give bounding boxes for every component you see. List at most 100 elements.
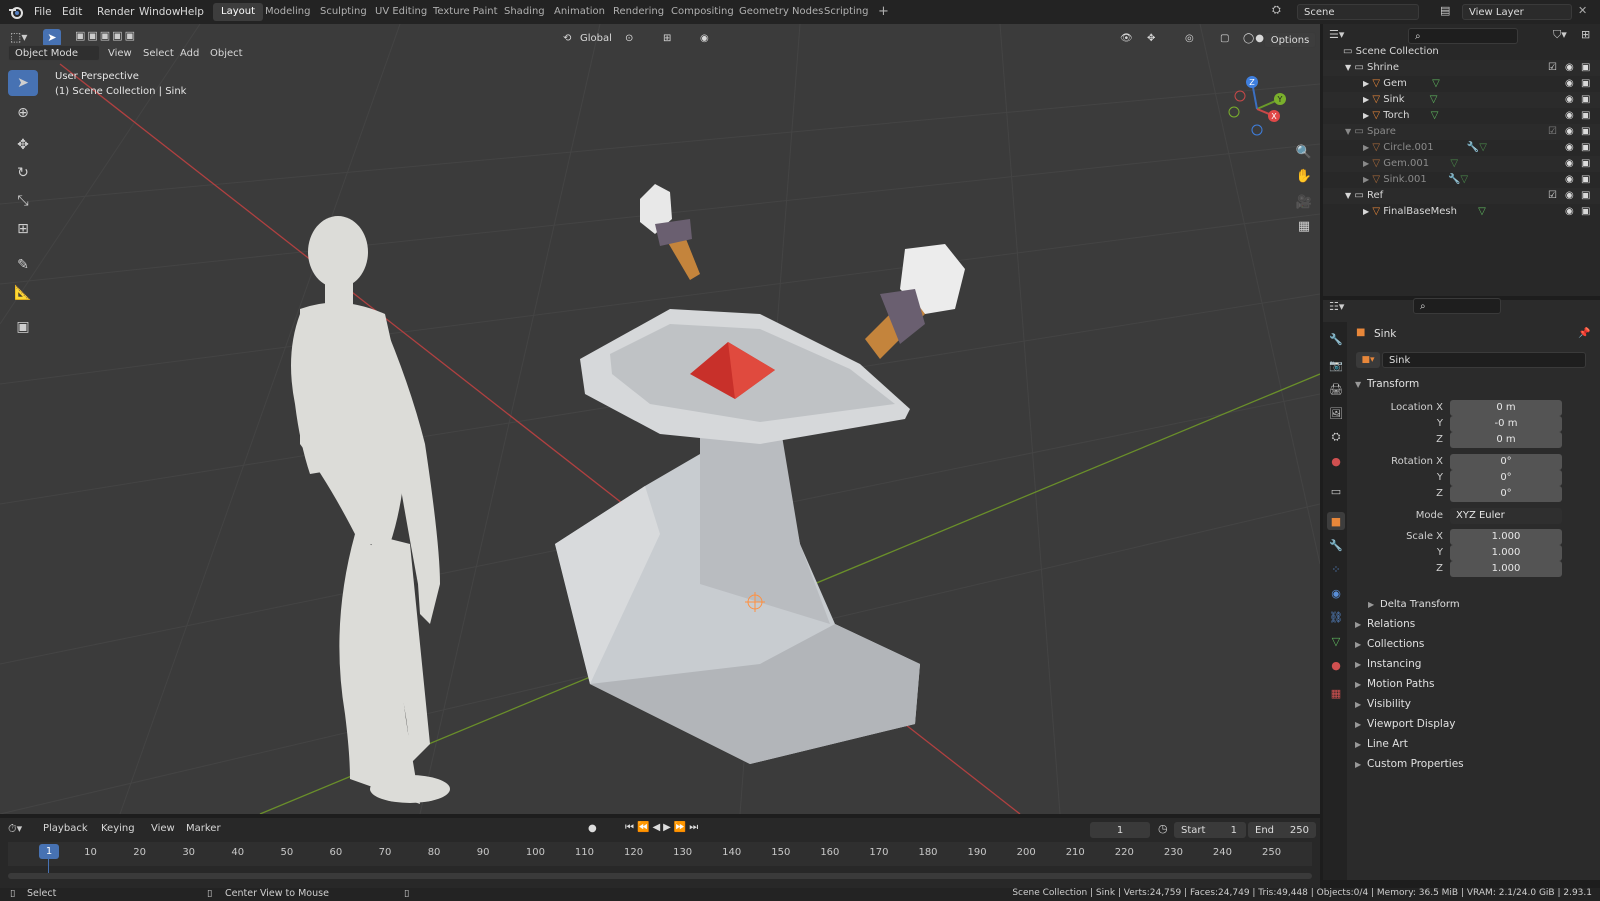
- menu-select[interactable]: Select: [138, 45, 179, 63]
- tab-scripting[interactable]: Scripting: [816, 3, 876, 21]
- outliner-row-sink[interactable]: ▶ ▽ Sink ▽ ◉ ▣: [1323, 92, 1600, 108]
- outliner-row-scene-collection[interactable]: ▭ Scene Collection: [1323, 44, 1600, 60]
- tab-compositing[interactable]: Compositing: [663, 3, 742, 21]
- new-collection-icon[interactable]: ⊞: [1581, 28, 1590, 41]
- outliner-row-gem[interactable]: ▶ ▽ Gem ▽ ◉ ▣: [1323, 76, 1600, 92]
- end-frame-field[interactable]: End 250: [1248, 822, 1316, 838]
- record-icon[interactable]: ●: [588, 823, 597, 834]
- timeline-editor-icon[interactable]: ⏱▾: [8, 822, 22, 836]
- properties-editor-icon[interactable]: ☷▾: [1329, 300, 1344, 313]
- xray-icon[interactable]: ▢: [1215, 30, 1234, 48]
- current-frame-field[interactable]: 1: [1090, 822, 1150, 838]
- constraints-tab-icon[interactable]: ⛓: [1327, 608, 1345, 626]
- scale-z-field[interactable]: 1.000: [1450, 561, 1562, 577]
- menu-playback[interactable]: Playback: [38, 820, 93, 838]
- render-tab-icon[interactable]: 📷: [1327, 356, 1345, 374]
- tab-modeling[interactable]: Modeling: [257, 3, 319, 21]
- menu-help[interactable]: Help: [174, 3, 210, 21]
- navigation-gizmo[interactable]: Y Z X: [1222, 74, 1292, 144]
- rotation-y-field[interactable]: 0°: [1450, 470, 1562, 486]
- physics-tab-icon[interactable]: ◉: [1327, 584, 1345, 602]
- playhead[interactable]: 1: [39, 844, 59, 859]
- measure-tool-icon[interactable]: 📐: [8, 280, 38, 306]
- playback-controls-icon[interactable]: ⏮⏪◀▶⏩⏭: [625, 822, 701, 833]
- outliner-row-circle-001[interactable]: ▶ ▽ Circle.001 🔧▽ ◉ ▣: [1323, 140, 1600, 156]
- outliner-row-spare[interactable]: ▼ ▭ Spare ☑ ◉ ▣: [1323, 124, 1600, 140]
- transform-panel-header[interactable]: ▼ Transform: [1355, 375, 1600, 394]
- options-button[interactable]: Options: [1264, 32, 1316, 48]
- mode-selector[interactable]: Object Mode: [8, 45, 100, 61]
- menu-view[interactable]: View: [103, 45, 137, 63]
- location-x-field[interactable]: 0 m: [1450, 400, 1562, 416]
- outliner-row-ref[interactable]: ▼ ▭ Ref ☑ ◉ ▣: [1323, 188, 1600, 204]
- tool-tab-icon[interactable]: 🔧: [1327, 330, 1345, 348]
- filter-icon[interactable]: ⛉▾: [1553, 28, 1567, 42]
- menu-timeline-view[interactable]: View: [146, 820, 180, 838]
- outliner-search-input[interactable]: ⌕: [1408, 28, 1518, 44]
- overlay-icon[interactable]: ◎: [1180, 30, 1199, 48]
- tab-animation[interactable]: Animation: [546, 3, 613, 21]
- relations-panel[interactable]: ▶ Relations: [1355, 615, 1600, 634]
- view-layer-selector[interactable]: View Layer: [1462, 4, 1572, 20]
- tab-sculpting[interactable]: Sculpting: [312, 3, 375, 21]
- object-browse-icon[interactable]: ■▾: [1356, 352, 1380, 368]
- scene-selector[interactable]: Scene: [1297, 4, 1419, 20]
- grid-view-icon[interactable]: ▦: [1292, 214, 1316, 238]
- zoom-icon[interactable]: 🔍: [1292, 140, 1316, 164]
- gizmo-icon[interactable]: ✥: [1142, 30, 1160, 48]
- menu-keying[interactable]: Keying: [96, 820, 140, 838]
- object-name-field[interactable]: Sink: [1382, 352, 1586, 368]
- menu-object[interactable]: Object: [205, 45, 248, 63]
- snap-icon[interactable]: ⊞: [658, 30, 676, 48]
- properties-search-input[interactable]: ⌕: [1413, 298, 1501, 314]
- location-z-field[interactable]: 0 m: [1450, 432, 1562, 448]
- tab-layout[interactable]: Layout: [213, 3, 263, 21]
- viewport-display-panel[interactable]: ▶ Viewport Display: [1355, 715, 1600, 734]
- location-y-field[interactable]: -0 m: [1450, 416, 1562, 432]
- outliner-row-finalbasemesh[interactable]: ▶ ▽ FinalBaseMesh ▽ ◉ ▣: [1323, 204, 1600, 220]
- editor-type-icon[interactable]: ⬚▾: [10, 30, 27, 44]
- collections-panel[interactable]: ▶ Collections: [1355, 635, 1600, 654]
- pin-icon[interactable]: 📌: [1578, 328, 1590, 339]
- menu-add[interactable]: Add: [175, 45, 204, 63]
- outliner-row-gem-001[interactable]: ▶ ▽ Gem.001 ▽ ◉ ▣: [1323, 156, 1600, 172]
- texture-tab-icon[interactable]: ▦: [1327, 684, 1345, 702]
- transform-tool-icon[interactable]: ⊞: [8, 216, 38, 242]
- data-tab-icon[interactable]: ▽: [1327, 632, 1345, 650]
- scale-x-field[interactable]: 1.000: [1450, 529, 1562, 545]
- menu-file[interactable]: File: [28, 3, 58, 21]
- timeline-scrollbar[interactable]: [8, 873, 1312, 879]
- camera-icon[interactable]: 🎥: [1292, 190, 1316, 214]
- annotate-tool-icon[interactable]: ✎: [8, 252, 38, 278]
- scale-tool-icon[interactable]: ⤡: [8, 188, 38, 214]
- close-icon[interactable]: ✕: [1578, 4, 1587, 17]
- outliner-editor-icon[interactable]: ☰▾: [1329, 28, 1344, 41]
- checkbox-icon[interactable]: ☑: [1548, 60, 1557, 76]
- custom-properties-panel[interactable]: ▶ Custom Properties: [1355, 755, 1600, 774]
- transform-orientation-dropdown[interactable]: Global: [575, 30, 617, 48]
- outliner-row-torch[interactable]: ▶ ▽ Torch ▽ ◉ ▣: [1323, 108, 1600, 124]
- proportional-edit-icon[interactable]: ◉: [695, 30, 714, 48]
- start-frame-field[interactable]: Start 1: [1174, 822, 1246, 838]
- menu-marker[interactable]: Marker: [181, 820, 226, 838]
- motion-paths-panel[interactable]: ▶ Motion Paths: [1355, 675, 1600, 694]
- select-box-tool-icon[interactable]: ➤: [8, 70, 38, 96]
- visibility-panel[interactable]: ▶ Visibility: [1355, 695, 1600, 714]
- tab-texture-paint[interactable]: Texture Paint: [425, 3, 506, 21]
- transform-orientation-icon[interactable]: ⟲: [558, 30, 576, 48]
- eye-icon[interactable]: ◉: [1565, 60, 1574, 76]
- instancing-panel[interactable]: ▶ Instancing: [1355, 655, 1600, 674]
- add-cube-tool-icon[interactable]: ▣: [8, 314, 38, 340]
- blender-logo-icon[interactable]: [8, 4, 24, 20]
- material-tab-icon[interactable]: ●: [1327, 656, 1345, 674]
- scale-y-field[interactable]: 1.000: [1450, 545, 1562, 561]
- scene-icon[interactable]: ⛭: [1272, 3, 1281, 17]
- delta-transform-subpanel[interactable]: ▶ Delta Transform: [1368, 595, 1600, 614]
- 3d-viewport[interactable]: ⬚▾ ➤ ▣▣▣▣▣ ⟲ Global ⊙ ⊞ ◉ 👁 ✥ ◎ ▢ ◯●◐◓ O…: [0, 24, 1320, 814]
- rotation-mode-dropdown[interactable]: XYZ Euler: [1450, 508, 1562, 524]
- move-tool-icon[interactable]: ✥: [8, 132, 38, 158]
- output-tab-icon[interactable]: 🖨: [1327, 380, 1345, 398]
- visibility-icon[interactable]: 👁: [1115, 30, 1138, 48]
- rotation-z-field[interactable]: 0°: [1450, 486, 1562, 502]
- menu-edit[interactable]: Edit: [56, 3, 88, 21]
